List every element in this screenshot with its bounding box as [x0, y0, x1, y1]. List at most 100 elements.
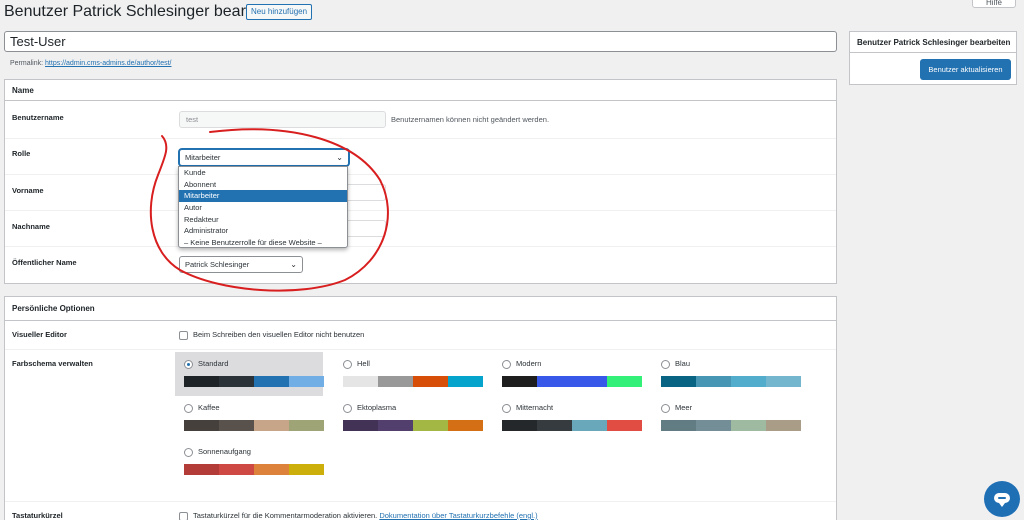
- personal-options-heading: Persönliche Optionen: [5, 297, 836, 321]
- lastname-label: Nachname: [12, 222, 50, 231]
- color-scheme-name: Standard: [198, 359, 229, 368]
- color-scheme-option[interactable]: Kaffee: [175, 396, 324, 440]
- shortcuts-checkbox[interactable]: [179, 511, 188, 520]
- color-swatch: [537, 420, 572, 431]
- username-label: Benutzername: [12, 113, 64, 122]
- color-swatch: [696, 376, 731, 387]
- shortcuts-row: Tastaturkürzel Tastaturkürzel für die Ko…: [5, 502, 836, 520]
- color-scheme-swatches: [184, 376, 324, 387]
- color-scheme-option[interactable]: Ektoplasma: [334, 396, 483, 440]
- color-scheme-swatches: [502, 420, 642, 431]
- color-swatch: [696, 420, 731, 431]
- color-scheme-swatches: [184, 464, 324, 475]
- visual-editor-checkbox[interactable]: [179, 330, 188, 340]
- visual-editor-option: Beim Schreiben den visuellen Editor nich…: [179, 330, 364, 340]
- color-scheme-radio[interactable]: [343, 404, 352, 413]
- color-swatch: [607, 376, 642, 387]
- color-scheme-option[interactable]: Mitternacht: [493, 396, 642, 440]
- color-swatch: [766, 376, 801, 387]
- permalink-label: Permalink:: [10, 60, 44, 67]
- color-scheme-swatches: [661, 420, 801, 431]
- lastname-row: Nachname: [5, 211, 836, 247]
- name-panel-heading: Name: [5, 80, 836, 101]
- color-scheme-swatches: [343, 420, 483, 431]
- color-swatch: [413, 376, 448, 387]
- color-swatch: [572, 420, 607, 431]
- color-scheme-radio[interactable]: [184, 360, 193, 369]
- color-swatch: [254, 376, 289, 387]
- color-swatch: [343, 376, 378, 387]
- update-panel-heading: Benutzer Patrick Schlesinger bearbeiten: [850, 32, 1016, 53]
- visual-editor-row: Visueller Editor Beim Schreiben den visu…: [5, 321, 836, 350]
- color-scheme-option[interactable]: Sonnenaufgang: [175, 440, 324, 484]
- shortcuts-doc-link[interactable]: Dokumentation über Tastaturkurzbefehle (…: [379, 511, 537, 520]
- color-swatch: [343, 420, 378, 431]
- personal-options-panel: Persönliche Optionen Visueller Editor Be…: [4, 296, 837, 520]
- color-scheme-radio[interactable]: [661, 360, 670, 369]
- color-scheme-radio[interactable]: [661, 404, 670, 413]
- color-scheme-swatches: [502, 376, 642, 387]
- color-scheme-option[interactable]: Blau: [652, 352, 801, 396]
- color-scheme-row: Farbschema verwalten Standard Hell Modern B…: [5, 350, 836, 502]
- color-scheme-radio[interactable]: [184, 448, 193, 457]
- permalink-link[interactable]: https://admin.cms-admins.de/author/test/: [45, 60, 171, 67]
- color-swatch: [731, 376, 766, 387]
- color-swatch: [572, 376, 607, 387]
- title-input[interactable]: Test-User: [4, 31, 837, 52]
- color-swatch: [661, 376, 696, 387]
- color-swatch: [378, 376, 413, 387]
- username-row: Benutzername test Benutzernamen können n…: [5, 101, 836, 139]
- public-name-label: Öffentlicher Name: [12, 258, 77, 267]
- username-note: Benutzernamen können nicht geändert werd…: [391, 115, 550, 124]
- color-swatch: [289, 464, 324, 475]
- color-scheme-option[interactable]: Hell: [334, 352, 483, 396]
- color-swatch: [219, 376, 254, 387]
- color-swatch: [184, 420, 219, 431]
- public-name-row: Öffentlicher Name Patrick Schlesinger ⌄: [5, 247, 836, 283]
- update-user-button[interactable]: Benutzer aktualisieren: [920, 59, 1011, 80]
- visual-editor-text: Beim Schreiben den visuellen Editor nich…: [193, 330, 365, 339]
- color-scheme-option[interactable]: Modern: [493, 352, 642, 396]
- color-swatch: [607, 420, 642, 431]
- color-scheme-name: Modern: [516, 359, 542, 368]
- name-panel: Name Benutzername test Benutzernamen kön…: [4, 79, 837, 284]
- color-swatch: [766, 420, 801, 431]
- firstname-row: Vorname: [5, 175, 836, 211]
- color-swatch: [661, 420, 696, 431]
- shortcuts-option: Tastaturkürzel für die Kommentarmoderati…: [179, 511, 538, 520]
- color-swatch: [254, 464, 289, 475]
- chat-button[interactable]: [984, 481, 1020, 517]
- color-swatch: [378, 420, 413, 431]
- color-swatch: [184, 464, 219, 475]
- add-new-button[interactable]: Neu hinzufügen: [246, 4, 313, 20]
- annotation-circle: [149, 128, 389, 292]
- chat-icon: [994, 493, 1010, 507]
- color-scheme-option[interactable]: Standard: [175, 352, 324, 396]
- color-swatch: [413, 420, 448, 431]
- color-scheme-option[interactable]: Meer: [652, 396, 801, 440]
- color-swatch: [448, 420, 483, 431]
- color-swatch: [731, 420, 766, 431]
- color-scheme-radio[interactable]: [343, 360, 352, 369]
- color-scheme-radio[interactable]: [502, 360, 511, 369]
- color-swatch: [219, 464, 254, 475]
- color-swatch: [289, 376, 324, 387]
- color-swatch: [289, 420, 324, 431]
- color-scheme-name: Kaffee: [198, 403, 220, 412]
- color-scheme-name: Hell: [357, 359, 370, 368]
- help-tab[interactable]: Hilfe: [972, 0, 1016, 8]
- color-scheme-swatches: [184, 420, 324, 431]
- firstname-label: Vorname: [12, 186, 44, 195]
- color-swatch: [254, 420, 289, 431]
- role-label: Rolle: [12, 149, 31, 158]
- color-scheme-name: Ektoplasma: [357, 403, 397, 412]
- color-swatch: [219, 420, 254, 431]
- role-row: Rolle Mitarbeiter ⌄: [5, 139, 836, 175]
- color-scheme-name: Meer: [675, 403, 693, 412]
- color-swatch: [537, 376, 572, 387]
- color-scheme-radio[interactable]: [502, 404, 511, 413]
- shortcuts-label: Tastaturkürzel: [12, 511, 63, 520]
- color-scheme-radio[interactable]: [184, 404, 193, 413]
- update-panel: Benutzer Patrick Schlesinger bearbeiten …: [849, 31, 1017, 85]
- color-scheme-name: Mitternacht: [516, 403, 554, 412]
